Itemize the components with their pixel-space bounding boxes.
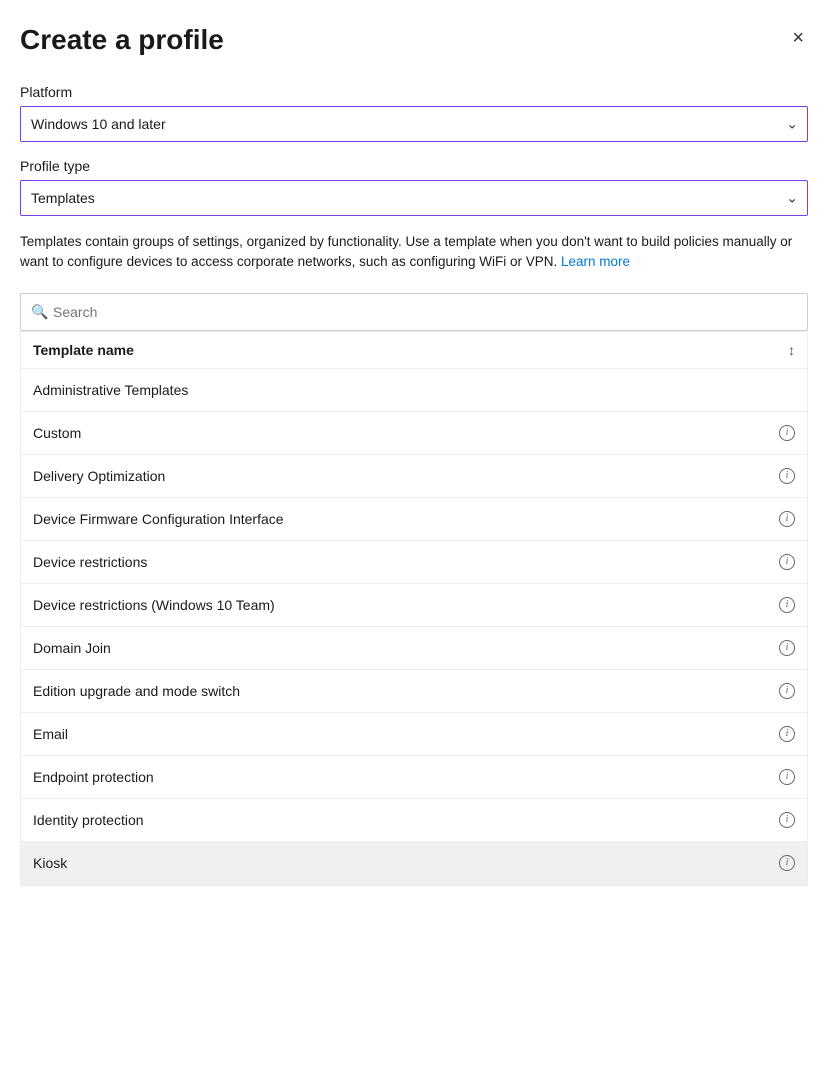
info-icon[interactable]: i (779, 769, 795, 785)
platform-section: Platform Windows 10 and later iOS/iPadOS… (20, 84, 808, 142)
info-icon[interactable]: i (779, 683, 795, 699)
row-name-delivery-optimization: Delivery Optimization (33, 468, 773, 484)
table-row[interactable]: Edition upgrade and mode switch i (21, 670, 807, 713)
table-row[interactable]: Kiosk i (21, 842, 807, 885)
search-icon: 🔍 (31, 303, 48, 320)
info-icon[interactable]: i (779, 640, 795, 656)
row-name-email: Email (33, 726, 773, 742)
table-row[interactable]: Device Firmware Configuration Interface … (21, 498, 807, 541)
platform-select[interactable]: Windows 10 and later iOS/iPadOS Android … (20, 106, 808, 142)
row-name-custom: Custom (33, 425, 773, 441)
table-row[interactable]: Endpoint protection i (21, 756, 807, 799)
search-input[interactable] (21, 294, 807, 330)
row-name-device-restrictions: Device restrictions (33, 554, 773, 570)
row-name-domain-join: Domain Join (33, 640, 773, 656)
learn-more-link[interactable]: Learn more (561, 254, 630, 269)
table-column-header: Template name (33, 342, 134, 358)
profile-type-select[interactable]: Templates Settings catalog (20, 180, 808, 216)
panel-header: Create a profile × (20, 24, 808, 56)
info-icon[interactable]: i (779, 554, 795, 570)
table-row[interactable]: Domain Join i (21, 627, 807, 670)
row-name-edition-upgrade: Edition upgrade and mode switch (33, 683, 773, 699)
info-icon[interactable]: i (779, 597, 795, 613)
description-text: Templates contain groups of settings, or… (20, 232, 808, 273)
table-row[interactable]: Delivery Optimization i (21, 455, 807, 498)
table-row[interactable]: Identity protection i (21, 799, 807, 842)
table-row[interactable]: Device restrictions i (21, 541, 807, 584)
info-icon[interactable]: i (779, 726, 795, 742)
row-name-identity-protection: Identity protection (33, 812, 773, 828)
panel-title: Create a profile (20, 24, 224, 56)
platform-select-wrapper: Windows 10 and later iOS/iPadOS Android … (20, 106, 808, 142)
template-table: Template name ↕ Administrative Templates… (20, 331, 808, 886)
platform-label: Platform (20, 84, 808, 100)
info-icon[interactable]: i (779, 855, 795, 871)
row-name-device-firmware: Device Firmware Configuration Interface (33, 511, 773, 527)
table-header-row: Template name ↕ (21, 331, 807, 369)
info-icon[interactable]: i (779, 468, 795, 484)
close-button[interactable]: × (788, 24, 808, 52)
table-row[interactable]: Device restrictions (Windows 10 Team) i (21, 584, 807, 627)
profile-type-select-wrapper: Templates Settings catalog ⌄ (20, 180, 808, 216)
info-icon[interactable]: i (779, 812, 795, 828)
row-name-endpoint-protection: Endpoint protection (33, 769, 773, 785)
table-row[interactable]: Email i (21, 713, 807, 756)
profile-type-label: Profile type (20, 158, 808, 174)
info-icon[interactable]: i (779, 425, 795, 441)
row-name-kiosk: Kiosk (33, 855, 773, 871)
table-row[interactable]: Custom i (21, 412, 807, 455)
table-row[interactable]: Administrative Templates (21, 369, 807, 412)
create-profile-panel: Create a profile × Platform Windows 10 a… (0, 0, 828, 1066)
row-name-administrative-templates: Administrative Templates (33, 382, 795, 398)
search-wrapper: 🔍 (20, 293, 808, 331)
sort-icon[interactable]: ↕ (788, 342, 795, 358)
row-name-device-restrictions-team: Device restrictions (Windows 10 Team) (33, 597, 773, 613)
profile-type-section: Profile type Templates Settings catalog … (20, 158, 808, 216)
info-icon[interactable]: i (779, 511, 795, 527)
